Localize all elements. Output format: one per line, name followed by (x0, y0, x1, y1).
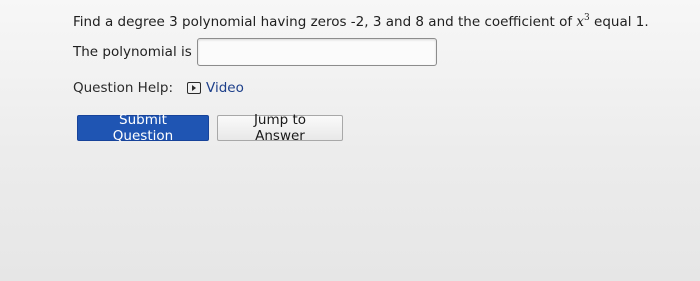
video-link-label: Video (206, 80, 244, 96)
question-text: Find a degree 3 polynomial having zeros … (73, 14, 577, 30)
question-help-label: Question Help: (73, 80, 173, 96)
action-buttons: Submit Question Jump to Answer (77, 112, 343, 144)
video-help-link[interactable]: Video (187, 80, 244, 96)
jump-to-answer-button[interactable]: Jump to Answer (217, 112, 343, 144)
question-text-end: equal 1. (589, 14, 649, 30)
math-variable: x (576, 14, 585, 30)
play-icon (187, 82, 201, 94)
polynomial-answer-input[interactable] (196, 38, 437, 66)
question-help: Question Help: Video (73, 80, 244, 96)
answer-row: The polynomial is (73, 37, 437, 67)
question-page: Find a degree 3 polynomial having zeros … (0, 0, 700, 281)
submit-question-button[interactable]: Submit Question (77, 112, 209, 144)
question-prompt: Find a degree 3 polynomial having zeros … (73, 13, 649, 30)
answer-label: The polynomial is (73, 44, 192, 60)
